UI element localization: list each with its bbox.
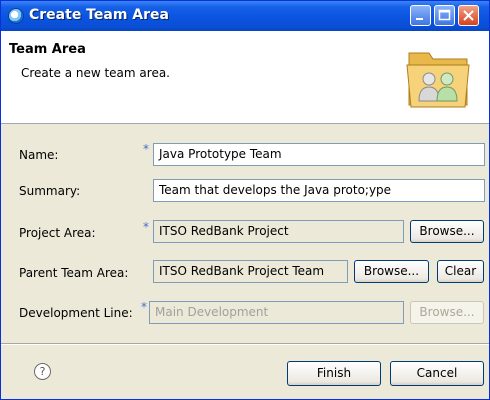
maximize-button[interactable] xyxy=(434,5,455,26)
development-line-field: Main Development xyxy=(149,301,404,324)
name-field[interactable]: Java Prototype Team xyxy=(153,143,485,166)
banner-title: Team Area xyxy=(9,42,86,57)
banner-description: Create a new team area. xyxy=(21,66,170,80)
summary-label: Summary: xyxy=(19,184,81,198)
parent-team-area-clear-button[interactable]: Clear xyxy=(437,260,484,283)
header-banner: Team Area Create a new team area. xyxy=(1,31,489,124)
minimize-button[interactable] xyxy=(410,5,431,26)
team-area-icon xyxy=(406,52,470,108)
maximize-icon xyxy=(438,9,451,21)
close-button[interactable] xyxy=(458,5,479,26)
app-icon xyxy=(8,8,24,24)
finish-button[interactable]: Finish xyxy=(287,361,381,386)
minimize-icon xyxy=(416,18,423,20)
project-area-field: ITSO RedBank Project xyxy=(153,220,404,243)
window-title: Create Team Area xyxy=(29,7,169,23)
project-area-browse-button[interactable]: Browse... xyxy=(410,220,484,243)
help-icon[interactable]: ? xyxy=(34,363,51,380)
development-line-label: Development Line: xyxy=(19,306,133,320)
parent-team-area-browse-button[interactable]: Browse... xyxy=(354,260,429,283)
title-bar[interactable]: Create Team Area xyxy=(1,1,489,31)
project-area-required-marker: * xyxy=(143,220,149,234)
summary-field[interactable]: Team that develops the Java proto;ype xyxy=(153,179,485,202)
footer-separator xyxy=(1,343,489,345)
close-icon xyxy=(463,10,474,21)
development-line-required-marker: * xyxy=(141,300,147,314)
project-area-label: Project Area: xyxy=(19,226,96,240)
name-required-marker: * xyxy=(143,142,149,156)
cancel-button[interactable]: Cancel xyxy=(390,361,484,386)
development-line-browse-button: Browse... xyxy=(410,301,484,324)
create-team-area-dialog: Create Team Area Team Area Create a new … xyxy=(0,0,490,400)
name-label: Name: xyxy=(19,148,59,162)
parent-team-area-label: Parent Team Area: xyxy=(19,266,129,280)
parent-team-area-field: ITSO RedBank Project Team xyxy=(153,260,348,283)
